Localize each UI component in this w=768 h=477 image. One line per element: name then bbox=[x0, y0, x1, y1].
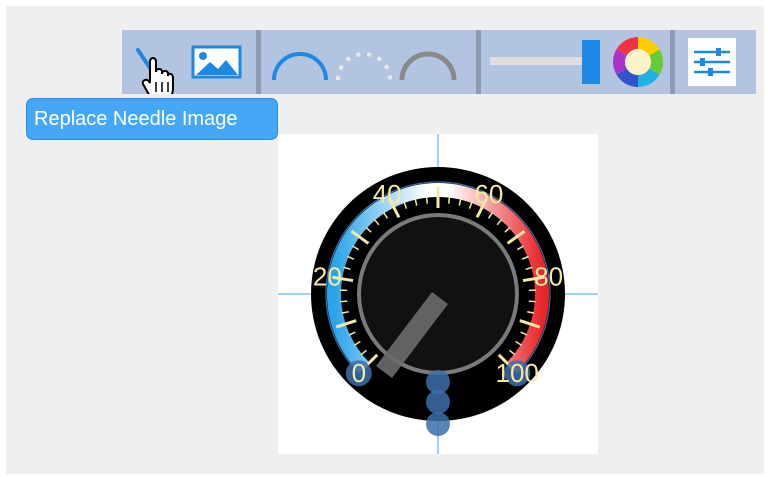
slider-control[interactable] bbox=[486, 30, 608, 94]
gauge-label: 0 bbox=[352, 358, 366, 388]
toolbar bbox=[122, 30, 756, 94]
gray-arc-icon bbox=[399, 51, 457, 81]
track-style-button[interactable] bbox=[396, 30, 460, 94]
minor-tick bbox=[340, 300, 348, 303]
gauge: 0 20 40 60 80 100 bbox=[278, 134, 598, 454]
toolbar-separator bbox=[256, 30, 261, 94]
gauge-label: 20 bbox=[313, 261, 342, 291]
slider-icon bbox=[490, 40, 600, 84]
image-icon bbox=[191, 45, 242, 79]
arc-style-button[interactable] bbox=[268, 30, 332, 94]
toolbar-separator bbox=[476, 30, 481, 94]
toolbar-separator bbox=[670, 30, 675, 94]
minor-tick bbox=[447, 196, 451, 204]
color-wheel-icon bbox=[613, 37, 663, 87]
tick-style-button[interactable] bbox=[332, 30, 396, 94]
sliders-icon bbox=[688, 38, 736, 86]
settings-button[interactable] bbox=[684, 30, 740, 94]
gauge-label: 100 bbox=[496, 358, 539, 388]
dashed-arc-icon bbox=[336, 52, 392, 81]
radius-handle bbox=[426, 390, 450, 414]
minor-tick bbox=[425, 196, 429, 204]
gauge-face bbox=[361, 217, 515, 371]
radius-handle bbox=[426, 412, 450, 436]
arc-icon bbox=[272, 52, 328, 81]
gauge-label: 80 bbox=[534, 261, 563, 291]
tooltip: Replace Needle Image bbox=[26, 98, 278, 140]
gauge-label: 60 bbox=[474, 179, 503, 209]
gauge-label: 40 bbox=[373, 179, 402, 209]
gauge-canvas[interactable]: 0 20 40 60 80 100 bbox=[278, 134, 598, 454]
replace-image-button[interactable] bbox=[188, 30, 246, 94]
replace-needle-button[interactable] bbox=[128, 30, 180, 94]
needle-icon bbox=[136, 48, 174, 94]
slider-thumb[interactable] bbox=[582, 40, 600, 84]
minor-tick bbox=[528, 300, 536, 303]
color-picker-button[interactable] bbox=[610, 30, 666, 94]
